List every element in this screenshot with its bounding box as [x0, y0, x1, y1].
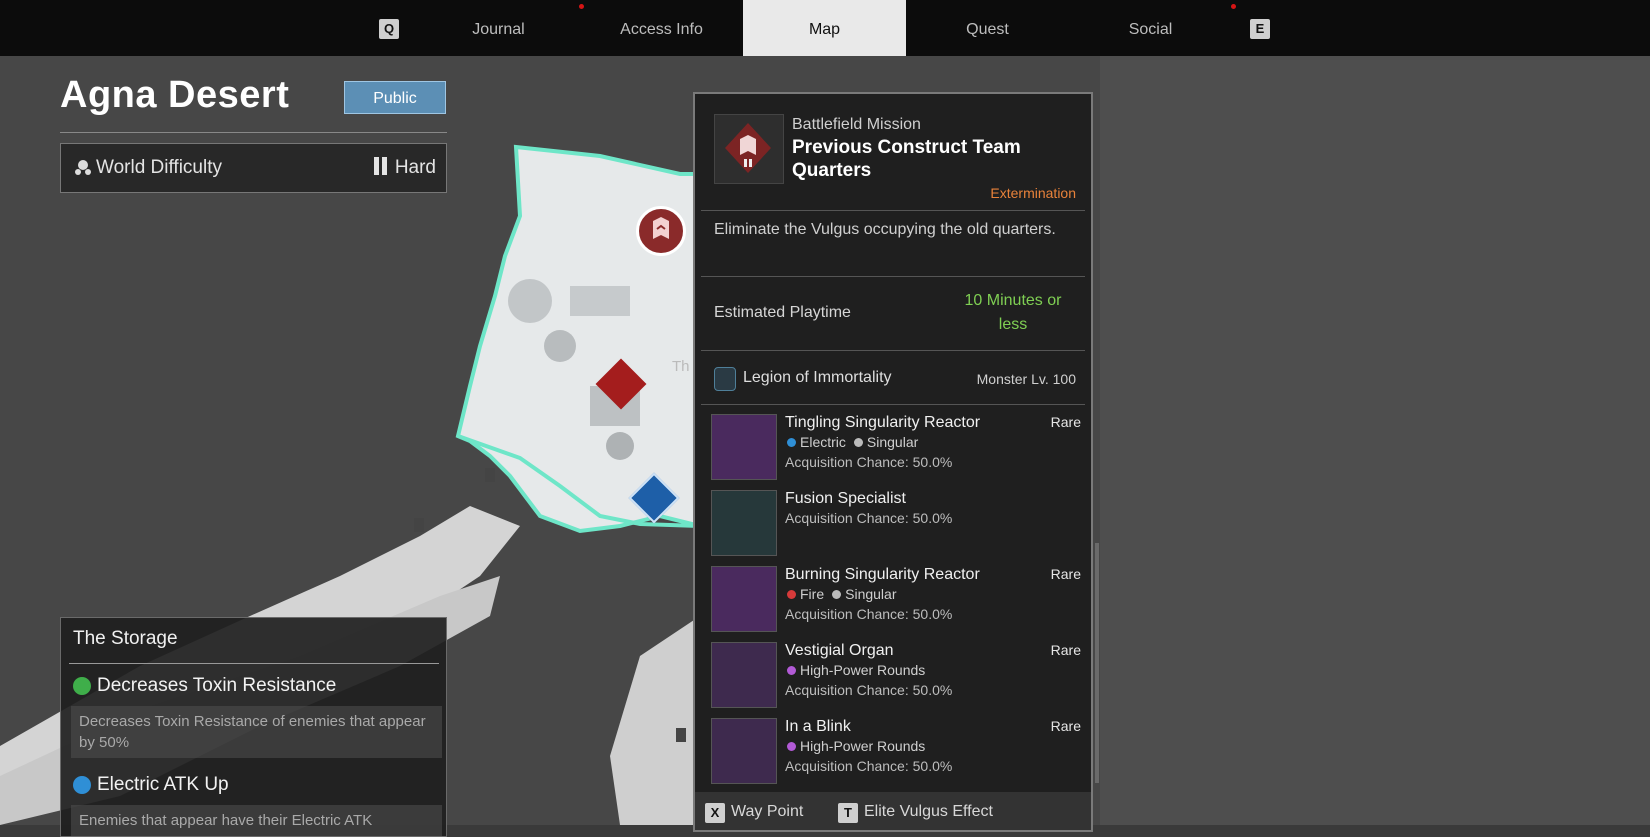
- reward-name: Tingling Singularity Reactor: [785, 414, 981, 431]
- zone-title: Agna Desert: [60, 74, 290, 116]
- reward-rarity: Rare: [1050, 414, 1081, 430]
- pause-icon-bar: [381, 157, 387, 175]
- difficulty-value-text: Hard: [394, 157, 436, 178]
- reward-tags: Fire Singular: [785, 586, 897, 602]
- map-partial-label: Th: [672, 358, 690, 375]
- public-button[interactable]: Public: [344, 81, 446, 114]
- reward-chance: Acquisition Chance: 50.0%: [785, 682, 953, 698]
- electric-icon: [73, 776, 91, 794]
- reward-name: In a Blink: [785, 718, 851, 735]
- reward-rarity: Rare: [1050, 642, 1081, 658]
- tab-social-label: Social: [1128, 21, 1173, 38]
- fire-icon: [787, 589, 796, 599]
- mission-description: Eliminate the Vulgus occupying the old q…: [714, 221, 1056, 238]
- divider: [701, 276, 1085, 277]
- waypoint-key[interactable]: X: [705, 803, 725, 823]
- divider: [60, 132, 447, 133]
- panel-scrollbar[interactable]: [1095, 543, 1099, 783]
- tab-access-info[interactable]: Access Info: [580, 0, 743, 56]
- toxin-icon: [73, 677, 91, 695]
- tab-journal[interactable]: Journal: [417, 0, 584, 56]
- divider: [69, 663, 439, 664]
- reactor-icon: [711, 566, 777, 632]
- rounds-icon: [787, 741, 796, 751]
- monster-level: Monster Lv. 100: [976, 371, 1076, 387]
- legion-icon: [714, 367, 736, 391]
- difficulty-value: Hard: [373, 157, 436, 179]
- weapon-icon: [711, 718, 777, 784]
- legion-name: Legion of Immortality: [743, 369, 892, 386]
- tab-map-label: Map: [808, 21, 841, 38]
- tab-access-info-label: Access Info: [620, 21, 703, 38]
- reward-tags: Electric Singular: [785, 434, 918, 450]
- reward-item[interactable]: In a Blink Rare High-Power Rounds Acquis…: [711, 718, 1081, 788]
- reward-tag: Fire: [800, 586, 825, 602]
- reward-tag: Singular: [866, 434, 919, 450]
- prev-tab-key[interactable]: Q: [379, 19, 399, 39]
- top-navigation: Q Journal Access Info Map Quest Social E: [0, 0, 1650, 56]
- singular-icon: [853, 437, 863, 447]
- reward-tag: Electric: [800, 434, 846, 450]
- mission-icon: [714, 114, 784, 184]
- singular-icon: [832, 589, 842, 599]
- reward-tag: High-Power Rounds: [800, 738, 926, 754]
- tab-map[interactable]: Map: [743, 0, 906, 56]
- difficulty-label: World Difficulty: [96, 157, 222, 178]
- panel-footer: X Way Point T Elite Vulgus Effect: [695, 792, 1091, 830]
- notification-dot: [1231, 4, 1236, 9]
- reward-item[interactable]: Fusion Specialist Acquisition Chance: 50…: [711, 490, 1081, 560]
- reward-name: Fusion Specialist: [785, 490, 906, 507]
- mission-type: Extermination: [990, 185, 1076, 201]
- reward-name: Vestigial Organ: [785, 642, 894, 659]
- effect-title: Electric ATK Up: [97, 774, 229, 795]
- waypoint-label[interactable]: Way Point: [731, 803, 803, 821]
- storage-panel: The Storage Decreases Toxin Resistance D…: [60, 617, 447, 837]
- chevron-rank-icon: [653, 217, 669, 239]
- reward-item[interactable]: Burning Singularity Reactor Rare Fire Sin…: [711, 566, 1081, 636]
- rounds-icon: [787, 665, 796, 675]
- reward-tag: Singular: [845, 586, 897, 602]
- reward-tags: High-Power Rounds: [785, 662, 925, 678]
- divider: [701, 210, 1085, 211]
- reward-item[interactable]: Vestigial Organ Rare High-Power Rounds A…: [711, 642, 1081, 712]
- effect-description: Decreases Toxin Resistance of enemies th…: [71, 706, 442, 758]
- difficulty-icon: [75, 160, 91, 175]
- tab-quest[interactable]: Quest: [906, 0, 1069, 56]
- tab-journal-label: Journal: [472, 21, 525, 38]
- tab-quest-label: Quest: [966, 21, 1009, 38]
- reward-rarity: Rare: [1050, 566, 1081, 582]
- elite-effect-label[interactable]: Elite Vulgus Effect: [864, 803, 993, 821]
- next-tab-key[interactable]: E: [1250, 19, 1270, 39]
- reward-chance: Acquisition Chance: 50.0%: [785, 510, 953, 526]
- playtime-label: Estimated Playtime: [714, 304, 851, 321]
- tab-social[interactable]: Social: [1069, 0, 1236, 56]
- mission-name: Previous Construct Team Quarters: [792, 137, 1021, 181]
- pause-icon: [373, 157, 379, 175]
- effect-title: Decreases Toxin Resistance: [97, 675, 337, 696]
- electric-icon: [787, 437, 796, 447]
- mission-details-panel: Battlefield Mission Previous Construct T…: [693, 92, 1093, 832]
- reactor-icon: [711, 414, 777, 480]
- reward-chance: Acquisition Chance: 50.0%: [785, 606, 953, 622]
- playtime-value: 10 Minutes or less: [964, 292, 1062, 333]
- weapon-icon: [711, 642, 777, 708]
- module-icon: [711, 490, 777, 556]
- storage-title: The Storage: [73, 628, 178, 649]
- battlefield-mission-icon: [725, 123, 771, 173]
- divider: [701, 404, 1085, 405]
- world-difficulty-bar[interactable]: World Difficulty Hard: [60, 143, 447, 193]
- effect-description: Enemies that appear have their Electric …: [71, 805, 442, 836]
- reward-item[interactable]: Tingling Singularity Reactor Rare Electr…: [711, 414, 1081, 484]
- reward-tags: High-Power Rounds: [785, 738, 925, 754]
- map-marker-mission-selected[interactable]: [636, 206, 686, 256]
- reward-tag: High-Power Rounds: [800, 662, 926, 678]
- mission-category: Battlefield Mission: [792, 116, 921, 133]
- divider: [701, 350, 1085, 351]
- elite-effect-key[interactable]: T: [838, 803, 858, 823]
- reward-chance: Acquisition Chance: 50.0%: [785, 758, 953, 774]
- reward-name: Burning Singularity Reactor: [785, 566, 980, 583]
- reward-chance: Acquisition Chance: 50.0%: [785, 454, 953, 470]
- reward-rarity: Rare: [1050, 718, 1081, 734]
